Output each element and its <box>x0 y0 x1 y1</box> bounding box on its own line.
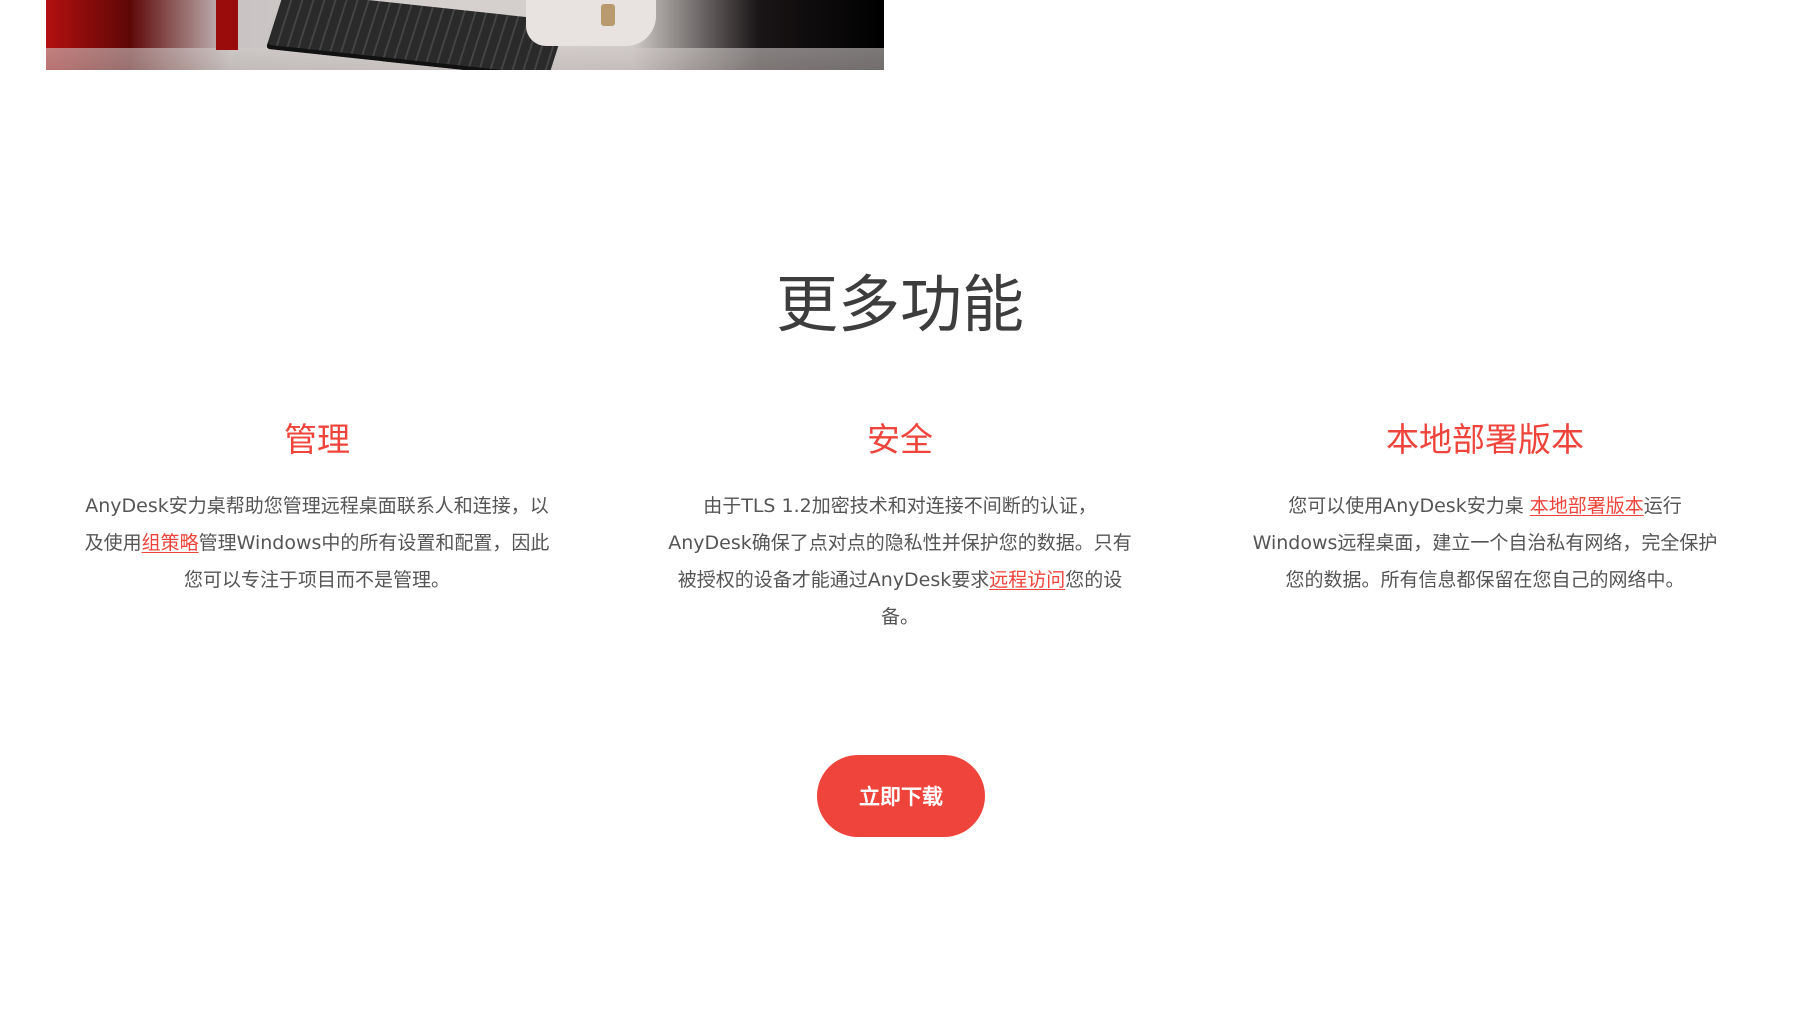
feature-text: 您可以使用AnyDesk安力桌 <box>1288 494 1530 517</box>
hero-photo <box>46 0 884 70</box>
feature-title: 管理 <box>284 420 350 459</box>
feature-description: 您可以使用AnyDesk安力桌 本地部署版本运行Windows远程桌面，建立一个… <box>1250 488 1720 599</box>
feature-text: 管理Windows中的所有设置和配置，因此您可以专注于项目而不是管理。 <box>183 531 550 591</box>
section-title: 更多功能 <box>775 268 1024 341</box>
feature-title: 本地部署版本 <box>1386 420 1584 459</box>
feature-title: 安全 <box>867 420 933 459</box>
feature-description: 由于TLS 1.2加密技术和对连接不间断的认证，AnyDesk确保了点对点的隐私… <box>665 488 1135 636</box>
feature-on-premises: 本地部署版本 您可以使用AnyDesk安力桌 本地部署版本运行Windows远程… <box>1250 420 1720 599</box>
chair-shape <box>216 0 238 50</box>
feature-security: 安全 由于TLS 1.2加密技术和对连接不间断的认证，AnyDesk确保了点对点… <box>665 420 1135 636</box>
hand-shape <box>526 0 656 46</box>
remote-access-link[interactable]: 远程访问 <box>989 569 1065 591</box>
download-now-button[interactable]: 立即下载 <box>817 755 985 837</box>
group-policy-link[interactable]: 组策略 <box>142 532 199 554</box>
feature-description: AnyDesk安力桌帮助您管理远程桌面联系人和连接，以及使用组策略管理Windo… <box>82 488 552 599</box>
on-premises-link[interactable]: 本地部署版本 <box>1530 495 1644 517</box>
feature-management: 管理 AnyDesk安力桌帮助您管理远程桌面联系人和连接，以及使用组策略管理Wi… <box>82 420 552 599</box>
watch-shape <box>601 4 615 26</box>
